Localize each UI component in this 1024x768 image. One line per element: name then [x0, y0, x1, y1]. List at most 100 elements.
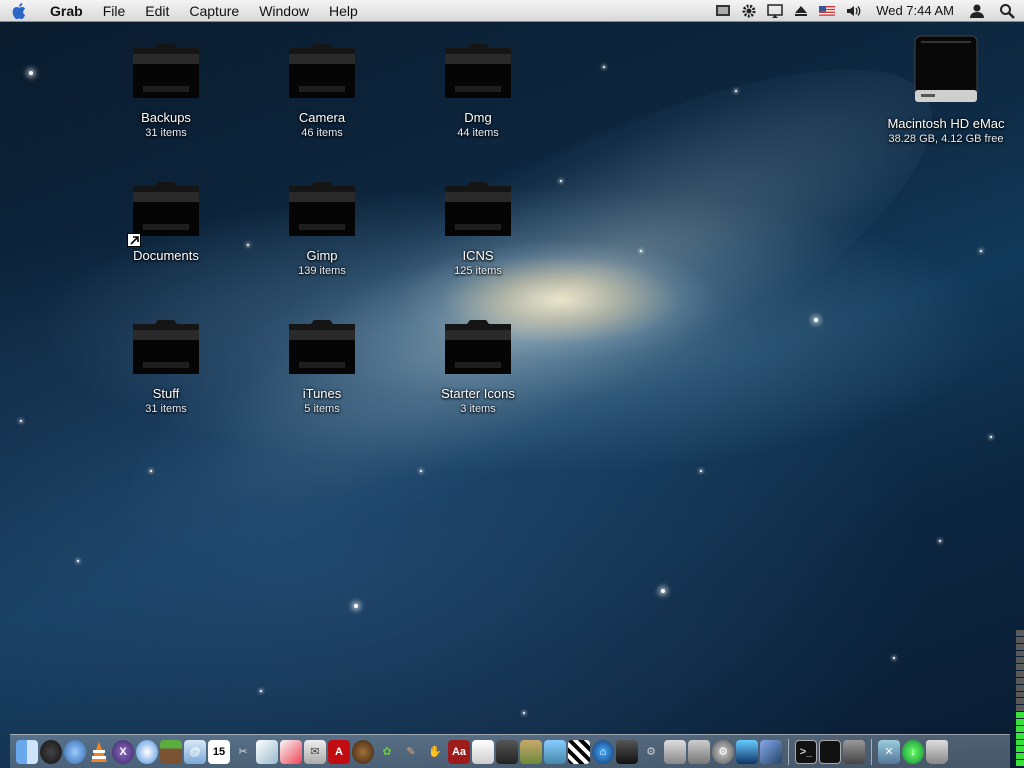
clapper-icon[interactable]: [568, 739, 590, 764]
menu-capture[interactable]: Capture: [179, 0, 249, 22]
automator-icon[interactable]: ⚙: [640, 740, 662, 764]
dashboard-widgets-icon[interactable]: [736, 739, 758, 764]
level-meter-segment: [1016, 725, 1024, 732]
dock-separator: [871, 738, 872, 765]
home-icon[interactable]: ⌂: [592, 739, 614, 764]
desktop-folder-backups[interactable]: Backups 31 items: [111, 42, 221, 139]
ical-icon[interactable]: 15: [208, 739, 230, 764]
utility-icon[interactable]: [664, 739, 686, 764]
display-icon[interactable]: [762, 0, 788, 22]
level-meter-segment: [1016, 732, 1024, 739]
desktop-folder-icns[interactable]: ICNS 125 items: [423, 180, 533, 277]
folder-info: 139 items: [298, 265, 346, 277]
applications-folder-icon[interactable]: ✕: [878, 739, 900, 764]
menubar-clock[interactable]: Wed 7:44 AM: [866, 0, 964, 22]
x11-icon[interactable]: X: [112, 739, 134, 764]
preview-icon[interactable]: [256, 739, 278, 764]
folder-info: 125 items: [454, 265, 502, 277]
folder-icon: [445, 182, 511, 236]
folder-icon: [133, 320, 199, 374]
film-icon[interactable]: [496, 739, 518, 764]
download-icon[interactable]: ↓: [902, 739, 924, 764]
desktop-folder-stuff[interactable]: Stuff 31 items: [111, 318, 221, 415]
apple-menu[interactable]: [0, 0, 40, 22]
desktop-folder-camera[interactable]: Camera 46 items: [267, 42, 377, 139]
dictionary-icon[interactable]: Aa: [448, 739, 470, 764]
acrobat-icon[interactable]: A: [328, 739, 350, 764]
folder-name: iTunes: [302, 386, 342, 401]
plants-icon[interactable]: ✿: [376, 740, 398, 764]
folder-name: Stuff: [152, 386, 180, 401]
eject-icon[interactable]: [788, 0, 814, 22]
menu-edit[interactable]: Edit: [135, 0, 179, 22]
user-icon[interactable]: [964, 0, 990, 22]
desktop-folder-starter-icons[interactable]: Starter Icons 3 items: [423, 318, 533, 415]
folder-icon: [289, 44, 355, 98]
level-meter-segment: [1016, 630, 1024, 636]
gamepad-icon[interactable]: [616, 739, 638, 764]
mail-icon[interactable]: @: [184, 739, 206, 764]
folder-name: Dmg: [464, 110, 492, 125]
finder-icon[interactable]: [16, 739, 38, 764]
desktop-folder-documents[interactable]: Documents: [111, 180, 221, 265]
trash-icon[interactable]: [926, 739, 948, 764]
level-meter-segment: [1016, 698, 1024, 705]
desktop-folder-dmg[interactable]: Dmg 44 items: [423, 42, 533, 139]
itunes-icon[interactable]: [64, 739, 86, 764]
scissors-icon[interactable]: ✂: [232, 740, 254, 764]
desktop-folder-gimp[interactable]: Gimp 139 items: [267, 180, 377, 277]
pencil-icon[interactable]: ✎: [400, 740, 422, 764]
volume-icon[interactable]: [840, 0, 866, 22]
textedit-icon[interactable]: [472, 739, 494, 764]
folder-name: Starter Icons: [441, 386, 515, 401]
cube-icon[interactable]: [760, 739, 782, 764]
stamp-icon[interactable]: ✉: [304, 739, 326, 764]
folder-name: Documents: [133, 248, 199, 263]
level-meter-segment: [1016, 691, 1024, 698]
gear-icon[interactable]: [736, 0, 762, 22]
menu-help[interactable]: Help: [319, 0, 368, 22]
level-meter-segment: [1016, 677, 1024, 684]
spotlight-icon[interactable]: [990, 0, 1024, 22]
folder-icon: [133, 182, 199, 236]
folder-info: 46 items: [301, 127, 343, 139]
folder-icon: [133, 44, 199, 98]
vlc-icon[interactable]: [88, 740, 110, 764]
disk-utility-icon[interactable]: [688, 739, 710, 764]
safari-icon[interactable]: [136, 739, 158, 764]
us-flag-icon[interactable]: [814, 0, 840, 22]
folder-name: Camera: [298, 110, 346, 125]
folder-name: Backups: [141, 110, 191, 125]
drive-name: Macintosh HD eMac: [887, 116, 1005, 131]
photo-icon[interactable]: [544, 739, 566, 764]
apple-icon: [12, 2, 26, 19]
desktop-drive-macintosh-hd[interactable]: Macintosh HD eMac 38.28 GB, 4.12 GB free: [880, 34, 1012, 145]
folder-icon: [289, 182, 355, 236]
activity-monitor-icon[interactable]: [819, 739, 841, 764]
level-meter-segment: [1016, 657, 1024, 664]
system-prefs-icon[interactable]: ⚙: [712, 739, 734, 764]
menu-window[interactable]: Window: [249, 0, 319, 22]
drive-info: 38.28 GB, 4.12 GB free: [888, 133, 1004, 145]
dock-separator: [788, 738, 789, 765]
iphoto-icon[interactable]: [520, 739, 542, 764]
screen-icon[interactable]: [843, 739, 865, 764]
hands-icon[interactable]: ✋: [424, 740, 446, 764]
menu-app-name[interactable]: Grab: [40, 0, 93, 22]
minecraft-icon[interactable]: [160, 739, 182, 764]
folder-info: 31 items: [145, 403, 187, 415]
level-meter-segment: [1016, 643, 1024, 650]
menu-file[interactable]: File: [93, 0, 136, 22]
dashboard-icon[interactable]: [40, 739, 62, 764]
level-meter-segment: [1016, 739, 1024, 746]
coffee-icon[interactable]: [352, 739, 374, 764]
terminal-icon[interactable]: >_: [795, 739, 817, 764]
alias-arrow-icon: [127, 233, 141, 247]
level-meter-segment: [1016, 650, 1024, 657]
level-meter-segment: [1016, 664, 1024, 671]
screen-icon[interactable]: [710, 0, 736, 22]
desktop-folder-itunes[interactable]: iTunes 5 items: [267, 318, 377, 415]
dock: X @ 15 ✂ ✉ A ✿ ✎ ✋ Aa ⌂ ⚙ ⚙ >_ ✕ ↓: [10, 734, 1010, 768]
level-meter-segment: [1016, 636, 1024, 643]
photo-booth-icon[interactable]: [280, 739, 302, 764]
